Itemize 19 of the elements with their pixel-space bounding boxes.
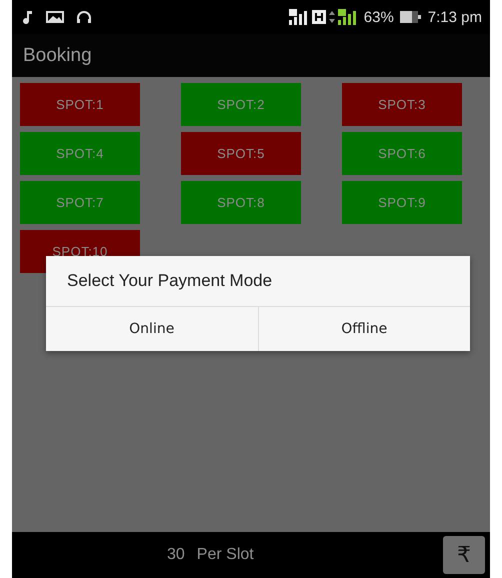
battery-percent: 63% xyxy=(364,8,394,26)
rupee-button[interactable]: ₹ xyxy=(443,536,485,574)
headphones-icon xyxy=(76,10,92,24)
clock-time: 7:13 pm xyxy=(428,8,482,26)
image-icon xyxy=(46,11,64,23)
price-amount: 30 xyxy=(167,546,185,564)
app-title: Booking xyxy=(23,44,92,66)
signal-icon xyxy=(288,9,309,25)
signal-icon xyxy=(338,9,358,25)
music-note-icon xyxy=(22,10,34,24)
data-arrows-icon xyxy=(328,11,335,23)
battery-icon xyxy=(400,11,422,23)
network-type-icon xyxy=(312,10,326,24)
spot-tile[interactable]: SPOT:5 xyxy=(181,132,301,175)
spot-tile[interactable]: SPOT:3 xyxy=(342,83,462,126)
payment-option-button[interactable]: Online xyxy=(46,307,258,351)
payment-option-button[interactable]: Offline xyxy=(258,307,470,351)
price-unit: Per Slot xyxy=(196,546,255,564)
spot-tile[interactable]: SPOT:1 xyxy=(20,83,140,126)
